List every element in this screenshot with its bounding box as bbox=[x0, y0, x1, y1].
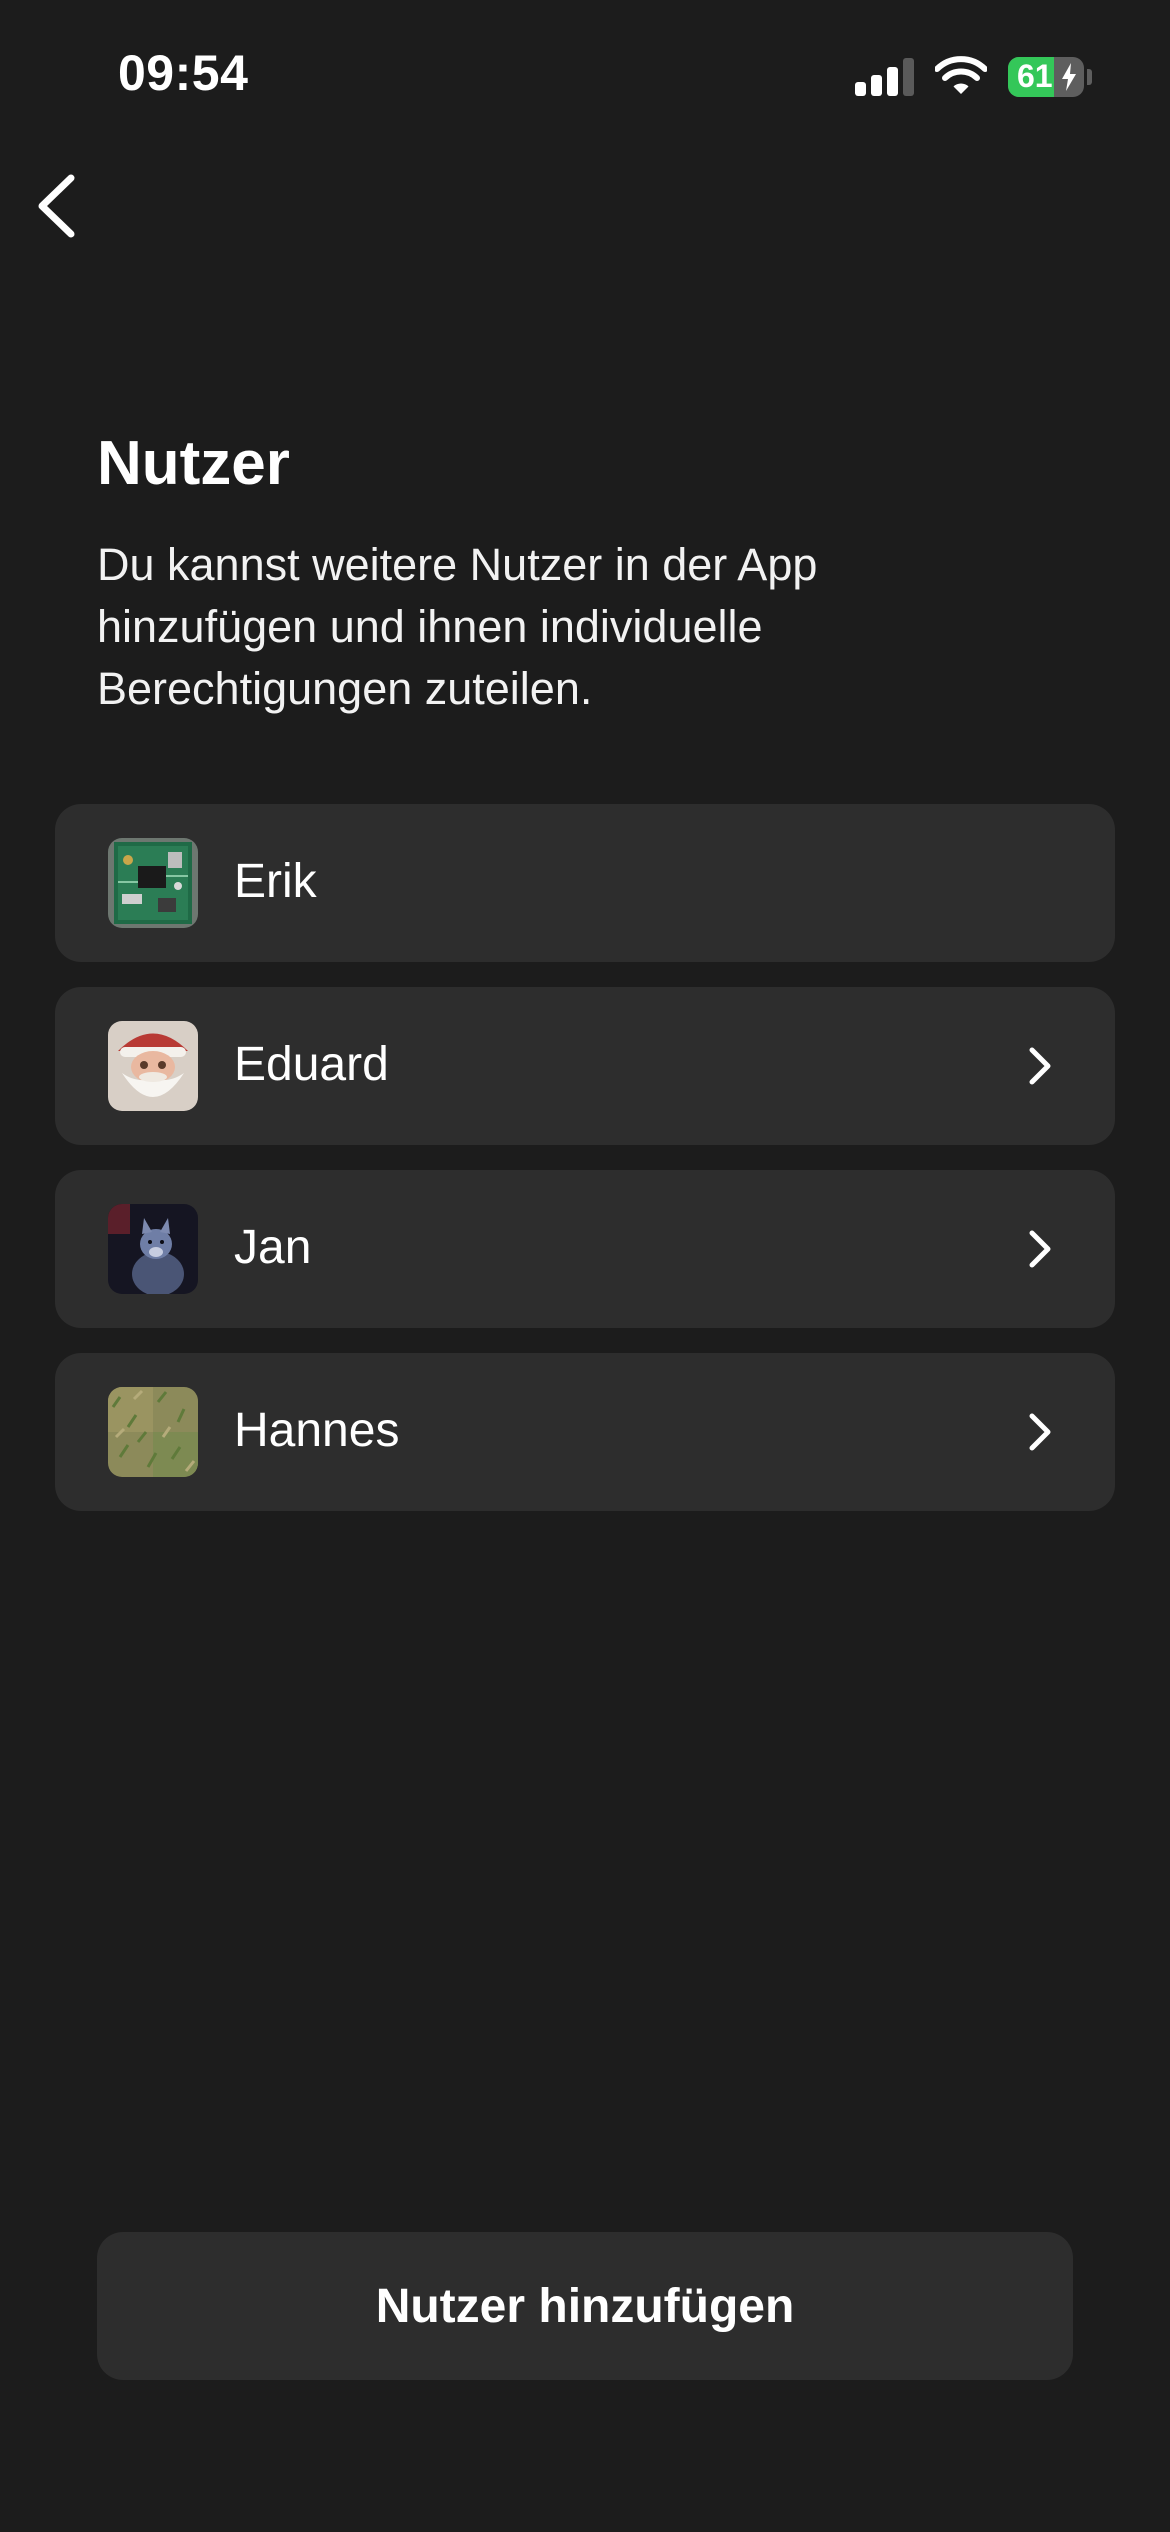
status-time: 09:54 bbox=[118, 45, 249, 101]
battery-level-text: 61 bbox=[1017, 58, 1053, 94]
battery-charging-icon: 61 bbox=[1008, 57, 1084, 97]
user-row-jan[interactable]: Jan bbox=[55, 1170, 1115, 1328]
avatar bbox=[108, 1204, 198, 1294]
user-row-hannes[interactable]: Hannes bbox=[55, 1353, 1115, 1511]
wifi-icon bbox=[935, 56, 987, 94]
page-description: Du kannst weitere Nutzer in der App hinz… bbox=[97, 539, 818, 714]
page-title: Nutzer bbox=[97, 429, 290, 498]
grass-photo bbox=[108, 1387, 198, 1477]
user-row-erik[interactable]: Erik bbox=[55, 804, 1115, 962]
user-list: Erik Eduard Jan Hannes bbox=[55, 804, 1115, 1536]
add-user-button[interactable]: Nutzer hinzufügen bbox=[97, 2232, 1073, 2380]
dog-photo bbox=[108, 1204, 198, 1294]
users-screen: 09:54 61 Nutzer Du kannst weitere Nutzer… bbox=[0, 0, 1170, 2532]
add-user-button-label: Nutzer hinzufügen bbox=[375, 2279, 795, 2333]
chevron-left-icon bbox=[38, 174, 75, 238]
user-row-eduard[interactable]: Eduard bbox=[55, 987, 1115, 1145]
chevron-right-icon bbox=[1029, 1230, 1051, 1268]
avatar bbox=[108, 1387, 198, 1477]
back-button[interactable] bbox=[26, 166, 96, 246]
user-name: Erik bbox=[234, 855, 317, 908]
user-name: Eduard bbox=[234, 1038, 389, 1091]
user-name: Hannes bbox=[234, 1404, 400, 1457]
charging-bolt-icon bbox=[1062, 63, 1076, 91]
chevron-right-icon bbox=[1029, 1047, 1051, 1085]
user-name: Jan bbox=[234, 1221, 312, 1274]
battery-cap bbox=[1087, 69, 1092, 85]
chevron-right-icon bbox=[1029, 1413, 1051, 1451]
santa-claus-photo bbox=[108, 1021, 198, 1111]
cellular-signal-icon bbox=[855, 58, 915, 96]
circuit-board-photo bbox=[108, 838, 198, 928]
avatar bbox=[108, 838, 198, 928]
status-bar: 09:54 61 bbox=[0, 0, 1170, 150]
avatar bbox=[108, 1021, 198, 1111]
